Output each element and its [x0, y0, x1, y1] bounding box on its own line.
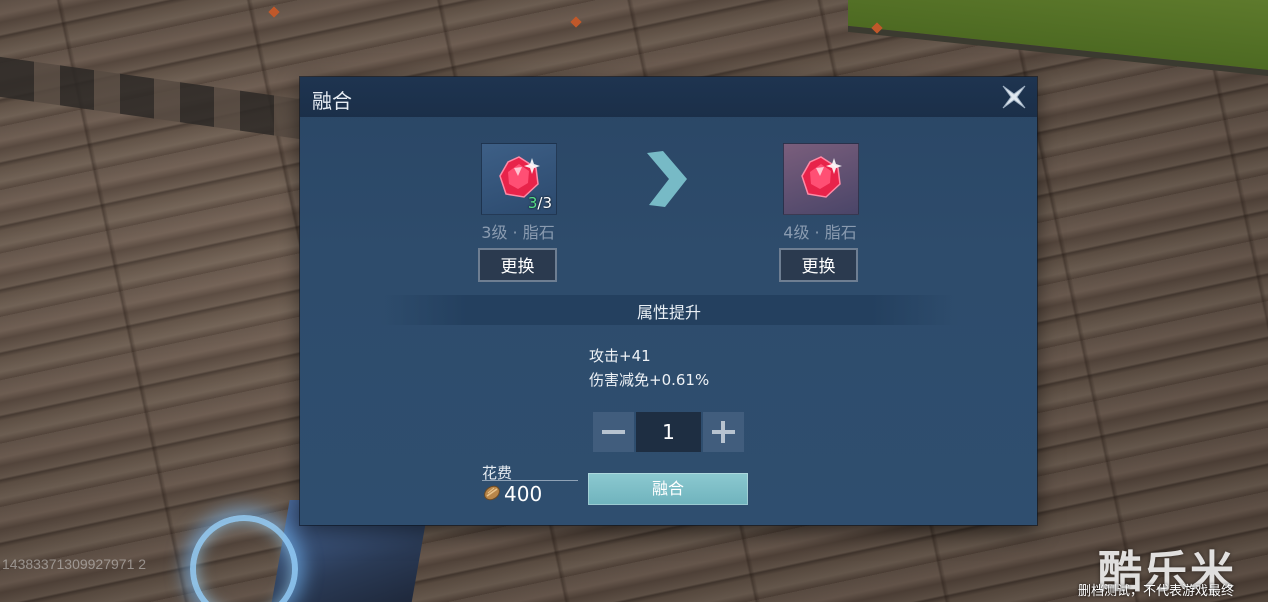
gem-count-have: 3: [527, 194, 538, 212]
roof-eaves: [0, 56, 300, 140]
source-gem-slot[interactable]: 3/3: [481, 143, 557, 215]
fuse-button[interactable]: 融合: [588, 473, 748, 505]
coin-icon: [484, 485, 500, 501]
close-x-icon: [1002, 85, 1026, 109]
minus-button[interactable]: [593, 412, 634, 452]
leaf-decoration: [570, 16, 582, 28]
target-gem-slot[interactable]: [783, 143, 859, 215]
dialog-header: 融合: [300, 77, 1037, 117]
fusion-dialog: 融合 3/3 3级 · 脂石 更换 4级 · 脂石 更换 属性提升 攻击+41 …: [300, 77, 1037, 525]
quantity-input[interactable]: [636, 412, 701, 452]
glow-ring: [190, 515, 298, 602]
attribute-title: 属性提升: [636, 303, 701, 322]
grass-terrain: [848, 0, 1268, 77]
gem-count-total: /3: [537, 194, 552, 212]
target-gem-name: 4级 · 脂石: [783, 223, 857, 242]
cost-value: 400: [504, 482, 543, 506]
cost-divider: [482, 480, 578, 481]
stat-damage-reduction: 伤害减免+0.61%: [589, 371, 710, 389]
chevron-right-icon: [647, 151, 687, 207]
red-gem-icon: [801, 156, 842, 198]
source-gem-name: 3级 · 脂石: [481, 223, 555, 242]
close-button[interactable]: [1000, 83, 1028, 111]
source-swap-button[interactable]: 更换: [478, 248, 557, 282]
stat-attack: 攻击+41: [589, 347, 651, 365]
dialog-title: 融合: [312, 89, 352, 113]
test-notice: 删档测试，不代表游戏最终: [1078, 584, 1235, 599]
leaf-decoration: [268, 6, 280, 18]
id-watermark: 14383371309927971 2: [2, 556, 147, 572]
plus-button[interactable]: [703, 412, 744, 452]
gem-count: 3/3: [528, 194, 552, 212]
target-swap-button[interactable]: 更换: [779, 248, 858, 282]
attribute-header-bar: 属性提升: [380, 295, 958, 325]
